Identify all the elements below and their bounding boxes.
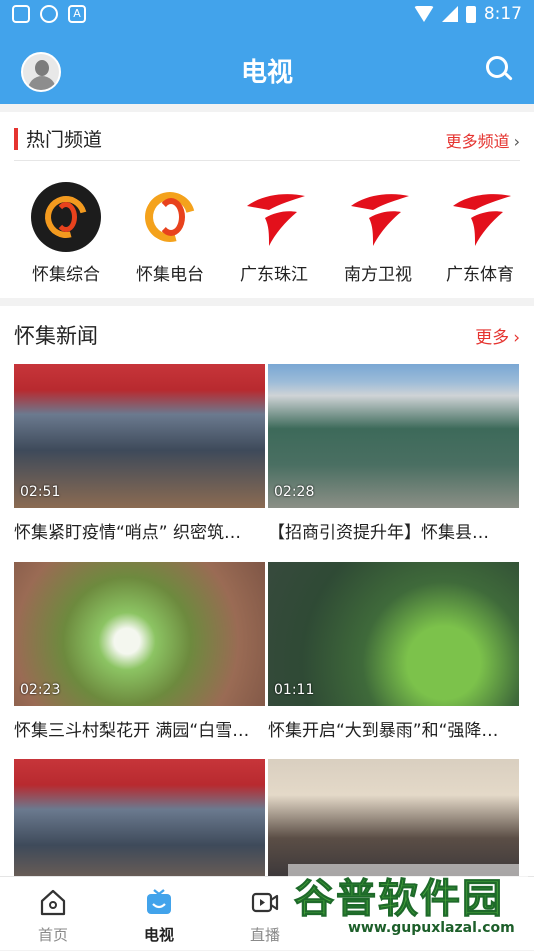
channel-item-guangdong-sports[interactable]: 广东体育 — [428, 182, 532, 285]
channel-name: 广东体育 — [446, 265, 514, 285]
divider — [14, 160, 520, 161]
watermark-url: www.gupuxlazal.com — [348, 920, 515, 936]
tab-home[interactable]: 首页 — [0, 877, 106, 951]
channel-item-huaiji-radio[interactable]: 怀集电台 — [118, 182, 222, 285]
home-icon — [40, 889, 66, 916]
channel-name: 南方卫视 — [344, 265, 412, 285]
status-time: 8:17 — [483, 4, 522, 24]
channel-list: 怀集综合 怀集电台 广东珠江 南方卫视 广东体育 — [0, 182, 534, 292]
more-news-link[interactable]: 更多 › — [475, 323, 520, 348]
page-title: 电视 — [240, 58, 293, 88]
huaiji-logo-orange-icon — [135, 182, 205, 252]
hot-channels-title: 热门频道 — [26, 129, 103, 151]
news-caption: 怀集三斗村梨花开 满园“白雪… — [14, 721, 250, 741]
watermark: 谷普软件园 www.gupuxlazal.com — [288, 864, 528, 944]
channel-item-nanfang-tv[interactable]: 南方卫视 — [326, 182, 430, 285]
app-notification-icon: A — [68, 5, 86, 23]
chevron-right-icon: › — [513, 132, 520, 151]
news-item[interactable]: 02:51 怀集紧盯疫情“哨点” 织密筑… — [14, 364, 265, 543]
more-channels-link[interactable]: 更多频道 › — [446, 128, 520, 152]
news-caption: 怀集紧盯疫情“哨点” 织密筑… — [14, 523, 242, 543]
news-title: 怀集新闻 — [14, 324, 98, 348]
search-icon[interactable] — [486, 56, 513, 82]
notification-icon — [12, 5, 30, 23]
video-duration: 02:51 — [20, 484, 61, 500]
news-caption: 【招商引资提升年】怀集县… — [268, 523, 489, 543]
channel-name: 怀集电台 — [136, 265, 204, 285]
news-item[interactable]: 02:28 【招商引资提升年】怀集县… — [268, 364, 519, 543]
news-item[interactable]: 02:23 怀集三斗村梨花开 满园“白雪… — [14, 562, 265, 741]
more-channels-label: 更多频道 — [445, 132, 510, 151]
sync-icon — [40, 5, 58, 23]
huaiji-logo-dark-icon — [31, 182, 101, 252]
news-caption: 怀集开启“大到暴雨”和“强降… — [268, 721, 499, 741]
video-duration: 01:11 — [274, 682, 315, 698]
hot-channels-section: 热门频道 更多频道 › 怀集综合 怀集电台 广东珠江 南方卫视 广东体育 — [0, 112, 534, 298]
video-thumbnail: 02:23 — [14, 562, 265, 706]
channel-name: 广东珠江 — [240, 265, 308, 285]
watermark-text: 谷普软件园 — [294, 876, 504, 923]
video-thumbnail: 02:51 — [14, 364, 265, 508]
tab-label: 电视 — [143, 926, 174, 944]
news-item[interactable]: 01:11 怀集开启“大到暴雨”和“强降… — [268, 562, 519, 741]
tv-icon — [147, 889, 171, 914]
guangdong-tv-logo-icon — [445, 182, 515, 252]
app-header: 电视 — [0, 30, 534, 104]
status-bar: A 8:17 — [0, 0, 534, 30]
video-duration: 02:28 — [274, 484, 315, 500]
section-marker — [14, 128, 18, 150]
channel-item-huaiji-general[interactable]: 怀集综合 — [14, 182, 118, 285]
guangdong-tv-logo-icon — [239, 182, 309, 252]
live-video-icon — [251, 892, 279, 913]
channel-name: 怀集综合 — [32, 265, 100, 285]
channel-item-guangdong-zhujiang[interactable]: 广东珠江 — [222, 182, 326, 285]
video-thumbnail: 02:28 — [268, 364, 519, 508]
news-section: 怀集新闻 更多 › 02:51 怀集紧盯疫情“哨点” 织密筑… 02:28 【招商… — [0, 306, 534, 903]
more-news-label: 更多 — [475, 328, 510, 348]
wifi-icon — [413, 6, 434, 22]
chevron-right-icon: › — [513, 328, 520, 348]
hot-channels-header: 热门频道 更多频道 › — [0, 112, 534, 162]
notification-icons: A — [12, 5, 86, 23]
signal-icon — [441, 6, 458, 22]
video-duration: 02:23 — [20, 682, 61, 698]
video-thumbnail: 01:11 — [268, 562, 519, 706]
battery-charging-icon — [465, 5, 476, 23]
guangdong-tv-logo-icon — [343, 182, 413, 252]
tab-label: 首页 — [37, 926, 68, 944]
tab-tv[interactable]: 电视 — [106, 877, 212, 951]
